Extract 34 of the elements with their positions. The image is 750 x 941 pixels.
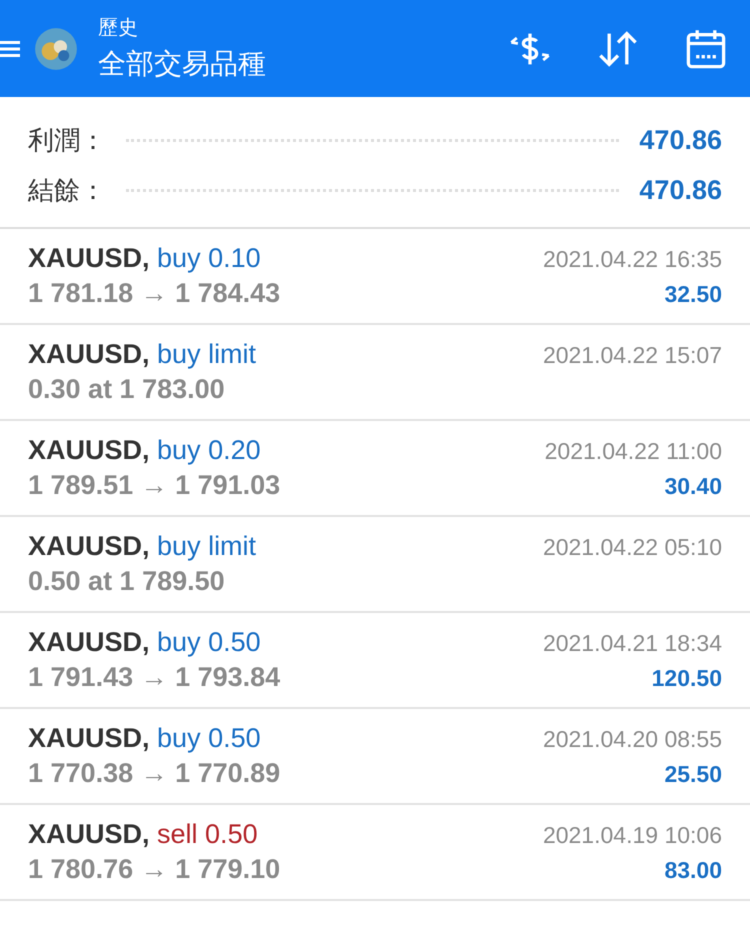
trade-prices: 1 781.18 → 1 784.43 <box>28 278 280 309</box>
trade-title: XAUUSD, buy 0.20 <box>28 435 261 466</box>
trade-title: XAUUSD, buy 0.50 <box>28 627 261 658</box>
trade-title: XAUUSD, buy limit <box>28 531 256 562</box>
trade-profit: 32.50 <box>664 281 722 308</box>
header-title: 全部交易品種 <box>98 47 266 81</box>
menu-icon[interactable] <box>0 38 20 58</box>
trade-time: 2021.04.21 18:34 <box>542 630 722 657</box>
trade-profit: 83.00 <box>664 857 722 884</box>
summary-value: 470.86 <box>639 174 722 206</box>
app-logo-icon <box>34 26 78 70</box>
trade-profit: 120.50 <box>652 665 722 692</box>
trade-time: 2021.04.22 05:10 <box>542 534 722 561</box>
summary-label: 結餘： <box>28 174 106 206</box>
trade-time: 2021.04.22 15:07 <box>542 342 722 369</box>
trade-profit: 30.40 <box>664 473 722 500</box>
trade-prices: 1 780.76 → 1 779.10 <box>28 854 280 885</box>
summary-value: 470.86 <box>639 124 722 156</box>
summary-label: 利潤： <box>28 124 106 156</box>
trade-title: XAUUSD, buy limit <box>28 339 256 370</box>
header-subtitle: 歷史 <box>98 16 139 41</box>
trade-prices: 1 791.43 → 1 793.84 <box>28 662 280 693</box>
trade-time: 2021.04.22 11:00 <box>544 438 722 465</box>
trade-title: XAUUSD, sell 0.50 <box>28 819 258 850</box>
trade-title: XAUUSD, buy 0.50 <box>28 723 261 754</box>
trade-profit: 25.50 <box>664 761 722 788</box>
trade-prices: 0.30 at 1 783.00 <box>28 374 225 405</box>
trade-time: 2021.04.22 16:35 <box>542 246 722 273</box>
trade-time: 2021.04.19 10:06 <box>542 822 722 849</box>
trade-prices: 1 789.51 → 1 791.03 <box>28 470 280 501</box>
trade-prices: 0.50 at 1 789.50 <box>28 566 225 597</box>
trade-time: 2021.04.20 08:55 <box>542 726 722 753</box>
trade-prices: 1 770.38 → 1 770.89 <box>28 758 280 789</box>
trade-title: XAUUSD, buy 0.10 <box>28 243 261 274</box>
